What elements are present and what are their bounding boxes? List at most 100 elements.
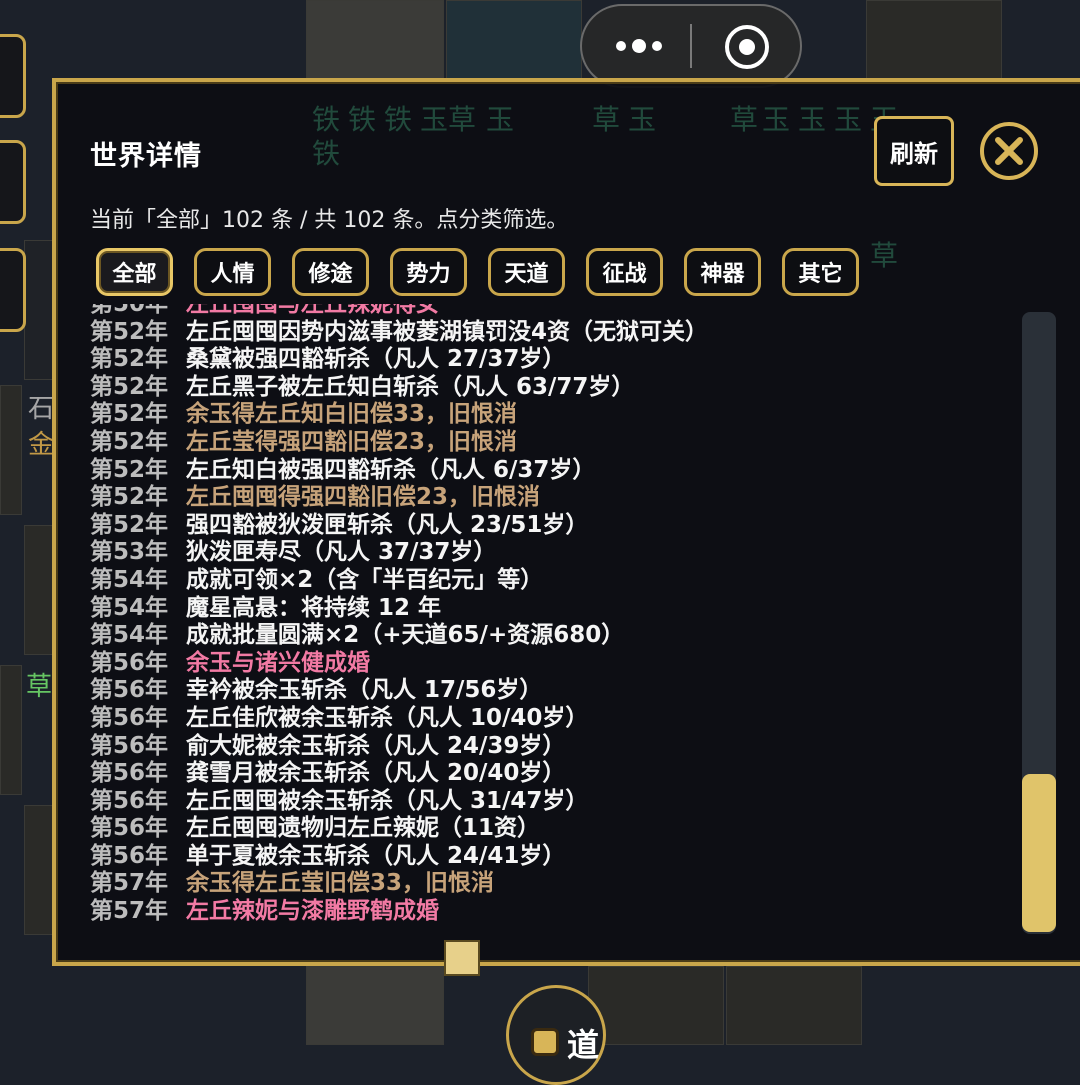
event-log[interactable]: 第50年 左丘囤囤与左丘辣妮得女第52年 左丘囤囤因势内滋事被菱湖镇罚没4资（无狱可… <box>90 304 990 944</box>
log-year: 第52年 <box>90 373 169 400</box>
capsule-divider <box>690 24 692 68</box>
log-text: 左丘黑子被左丘知白斩杀（凡人 63/77岁） <box>186 373 635 400</box>
log-entry: 第56年 左丘佳欣被余玉斩杀（凡人 10/40岁） <box>90 705 708 733</box>
ghost-map-label: 铁 <box>312 103 341 136</box>
tab-all[interactable]: 全部 <box>96 248 173 296</box>
log-text: 幸衿被余玉斩杀（凡人 17/56岁） <box>186 677 543 704</box>
tab-artifacts[interactable]: 神器 <box>684 248 761 296</box>
log-text: 左丘莹得强四豁旧偿23，旧恨消 <box>186 428 518 455</box>
log-year: 第52年 <box>90 346 169 373</box>
filter-summary: 当前「全部」102 条 / 共 102 条。点分类筛选。 <box>90 208 569 233</box>
tab-other[interactable]: 其它 <box>782 248 859 296</box>
log-text: 俞大妮被余玉斩杀（凡人 24/39岁） <box>186 732 566 759</box>
log-year: 第56年 <box>90 815 169 842</box>
log-year: 第50年 <box>90 304 169 317</box>
log-text: 左丘囤囤被余玉斩杀（凡人 31/47岁） <box>186 787 589 814</box>
log-text: 魔星高悬：将持续 12 年 <box>186 594 442 621</box>
log-year: 第57年 <box>90 898 169 925</box>
side-menu-button[interactable] <box>0 34 26 118</box>
log-entry: 第54年 魔星高悬：将持续 12 年 <box>90 595 708 623</box>
side-menu-button[interactable] <box>0 140 26 224</box>
tab-war[interactable]: 征战 <box>586 248 663 296</box>
map-tile <box>446 0 582 80</box>
map-tile <box>0 385 22 515</box>
map-tile <box>306 0 444 80</box>
category-tabs: 全部 人情 修途 势力 天道 征战 神器 其它 <box>96 248 859 296</box>
log-year: 第56年 <box>90 677 169 704</box>
log-entry: 第53年 狄泼匣寿尽（凡人 37/37岁） <box>90 539 708 567</box>
ghost-map-label: 玉 <box>486 103 515 136</box>
log-year: 第52年 <box>90 484 169 511</box>
capsule-menu <box>580 4 802 88</box>
log-text: 单于夏被余玉斩杀（凡人 24/41岁） <box>186 842 566 869</box>
log-entry: 第54年 成就批量圆满×2（+天道65/+资源680） <box>90 622 708 650</box>
log-text: 左丘知白被强四豁斩杀（凡人 6/37岁） <box>186 456 596 483</box>
log-entry: 第56年 单于夏被余玉斩杀（凡人 24/41岁） <box>90 843 708 871</box>
log-entry: 第56年 余玉与诸兴健成婚 <box>90 650 708 678</box>
scrollbar[interactable] <box>1022 312 1056 934</box>
map-tile <box>866 0 1002 80</box>
log-entry: 第52年 左丘莹得强四豁旧偿23，旧恨消 <box>90 429 708 457</box>
log-text: 左丘囤囤得强四豁旧偿23，旧恨消 <box>186 484 541 511</box>
log-year: 第56年 <box>90 787 169 814</box>
log-entry: 第56年 左丘囤囤被余玉斩杀（凡人 31/47岁） <box>90 788 708 816</box>
refresh-button[interactable]: 刷新 <box>874 116 954 186</box>
tab-relations[interactable]: 人情 <box>194 248 271 296</box>
log-text: 左丘佳欣被余玉斩杀（凡人 10/40岁） <box>186 704 589 731</box>
log-entry: 第56年 幸衿被余玉斩杀（凡人 17/56岁） <box>90 677 708 705</box>
log-text: 余玉与诸兴健成婚 <box>186 649 370 676</box>
log-year: 第53年 <box>90 539 169 566</box>
ghost-map-label: 玉 <box>420 103 449 136</box>
log-year: 第54年 <box>90 594 169 621</box>
log-entry: 第52年 桑黛被强四豁斩杀（凡人 27/37岁） <box>90 346 708 374</box>
dialog-title: 世界详情 <box>90 141 202 172</box>
gold-coin-icon <box>531 1028 559 1056</box>
ghost-map-label: 铁 <box>348 103 377 136</box>
log-entry: 第52年 左丘知白被强四豁斩杀（凡人 6/37岁） <box>90 457 708 485</box>
log-text: 成就批量圆满×2（+天道65/+资源680） <box>186 622 625 649</box>
tab-factions[interactable]: 势力 <box>390 248 467 296</box>
log-entry: 第57年 左丘辣妮与漆雕野鹤成婚 <box>90 898 708 926</box>
log-year: 第52年 <box>90 318 169 345</box>
log-year: 第56年 <box>90 732 169 759</box>
log-year: 第52年 <box>90 401 169 428</box>
log-text: 成就可领×2（含「半百纪元」等） <box>186 566 544 593</box>
log-entry: 第54年 成就可领×2（含「半百纪元」等） <box>90 567 708 595</box>
scrollbar-thumb[interactable] <box>1022 774 1056 932</box>
log-entry: 第52年 强四豁被狄泼匣斩杀（凡人 23/51岁） <box>90 512 708 540</box>
log-entry: 第56年 龚雪月被余玉斩杀（凡人 20/40岁） <box>90 760 708 788</box>
seal-icon <box>444 940 480 976</box>
ghost-map-label: 玉 <box>762 103 791 136</box>
ghost-map-label: 玉 <box>834 103 863 136</box>
log-text: 余玉得左丘莹旧偿33，旧恨消 <box>186 870 495 897</box>
dao-label: 道 <box>567 1026 600 1064</box>
map-tile <box>726 966 862 1045</box>
ghost-map-label: 草 <box>730 103 759 136</box>
ghost-map-label: 铁 <box>384 103 413 136</box>
ghost-map-label: 玉 <box>798 103 827 136</box>
log-text: 龚雪月被余玉斩杀（凡人 20/40岁） <box>186 760 566 787</box>
log-year: 第56年 <box>90 842 169 869</box>
log-entry: 第52年 左丘囤囤因势内滋事被菱湖镇罚没4资（无狱可关） <box>90 319 708 347</box>
tab-heaven[interactable]: 天道 <box>488 248 565 296</box>
target-circle-icon[interactable] <box>722 22 772 72</box>
ghost-map-label: 草 <box>870 239 899 272</box>
log-text: 余玉得左丘知白旧偿33，旧恨消 <box>186 401 518 428</box>
log-text: 左丘辣妮与漆雕野鹤成婚 <box>186 898 439 925</box>
map-label: 金 <box>28 430 55 460</box>
map-tile <box>24 240 54 380</box>
map-tile <box>0 665 22 795</box>
log-year: 第57年 <box>90 870 169 897</box>
more-dots-icon[interactable] <box>610 32 668 60</box>
side-menu-button[interactable] <box>0 248 26 332</box>
ghost-map-label: 铁 <box>312 137 341 170</box>
log-entry: 第56年 俞大妮被余玉斩杀（凡人 24/39岁） <box>90 733 708 761</box>
dao-button[interactable]: 道 <box>506 985 606 1085</box>
log-text: 左丘囤囤遗物归左丘辣妮（11资） <box>186 815 541 842</box>
log-text: 狄泼匣寿尽（凡人 37/37岁） <box>186 539 497 566</box>
ghost-map-label: 草 <box>592 103 621 136</box>
close-x-icon[interactable] <box>978 120 1040 182</box>
log-text: 左丘囤囤与左丘辣妮得女 <box>186 304 439 317</box>
tab-cultivation[interactable]: 修途 <box>292 248 369 296</box>
log-text: 强四豁被狄泼匣斩杀（凡人 23/51岁） <box>186 511 589 538</box>
